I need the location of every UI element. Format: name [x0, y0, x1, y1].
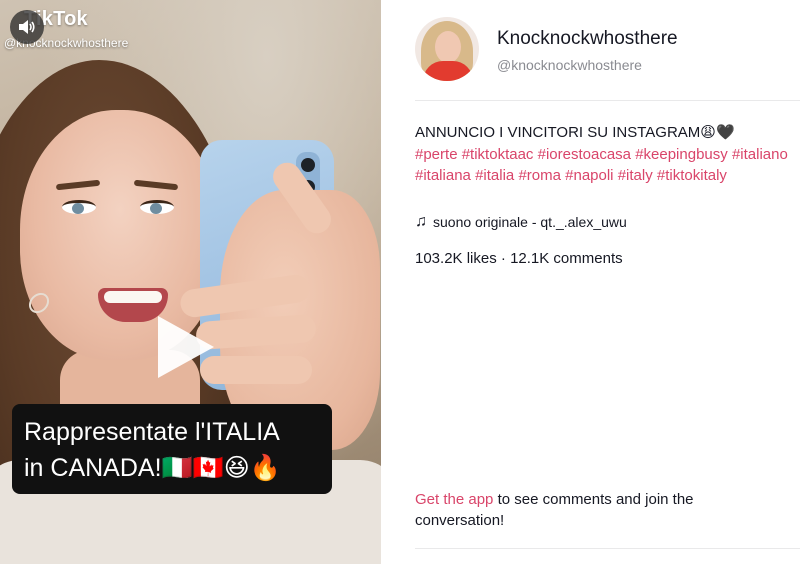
mute-toggle-button[interactable]: [10, 10, 44, 44]
phone-camera-lens: [301, 158, 315, 172]
video-caption-overlay: Rappresentate l'ITALIA in CANADA!🇮🇹🇨🇦😆🔥: [12, 404, 332, 494]
post-description: ANNUNCIO I VINCITORI SU INSTAGRAM😩🖤 #per…: [415, 122, 800, 187]
description-text: ANNUNCIO I VINCITORI SU INSTAGRAM😩🖤: [415, 124, 735, 141]
stats-separator: ·: [496, 250, 511, 267]
hashtag-link[interactable]: #tiktokitaly: [657, 167, 727, 184]
video-subject-eye-left: [62, 200, 96, 214]
music-note-icon: ♫: [415, 213, 427, 230]
likes-count: 103.2K likes: [415, 250, 497, 267]
sound-name: suono originale - qt._.alex_uwu: [433, 214, 627, 230]
caption-line: in CANADA!🇮🇹🇨🇦😆🔥: [24, 454, 281, 482]
get-app-link[interactable]: Get the app: [415, 491, 493, 508]
video-subject-finger: [200, 356, 312, 384]
post-info-panel: Knocknockwhosthere @knocknockwhosthere A…: [381, 0, 804, 564]
sound-link[interactable]: ♫ suono originale - qt._.alex_uwu: [415, 213, 627, 231]
caption-line: Rappresentate l'ITALIA: [24, 418, 280, 446]
hashtag-link[interactable]: #perte: [415, 146, 458, 163]
hashtag-link[interactable]: #napoli: [565, 167, 613, 184]
video-player[interactable]: TikTok @knocknockwhosthere Rappresentate…: [0, 0, 381, 564]
divider: [415, 100, 800, 101]
comments-count: 12.1K comments: [510, 250, 623, 267]
hashtag-link[interactable]: #italy: [618, 167, 653, 184]
divider: [415, 548, 800, 549]
avatar[interactable]: [415, 17, 479, 81]
hashtag-link[interactable]: #iorestoacasa: [538, 146, 631, 163]
video-subject-eye-right: [140, 200, 174, 214]
author-display-name[interactable]: Knocknockwhosthere: [497, 28, 678, 50]
hashtag-link[interactable]: #italiana: [415, 167, 471, 184]
hashtag-link[interactable]: #roma: [518, 167, 561, 184]
hashtag-link[interactable]: #italiano: [732, 146, 788, 163]
play-icon[interactable]: [158, 316, 214, 378]
author-username[interactable]: @knocknockwhosthere: [497, 57, 642, 73]
get-app-prompt: Get the app to see comments and join the…: [415, 489, 775, 531]
hashtag-link[interactable]: #keepingbusy: [635, 146, 728, 163]
hashtag-link[interactable]: #tiktoktaac: [462, 146, 534, 163]
hashtag-list: #perte #tiktoktaac #iorestoacasa #keepin…: [415, 144, 800, 187]
engagement-stats: 103.2K likes · 12.1K comments: [415, 250, 623, 267]
speaker-icon: [19, 20, 35, 34]
hashtag-link[interactable]: #italia: [475, 167, 514, 184]
